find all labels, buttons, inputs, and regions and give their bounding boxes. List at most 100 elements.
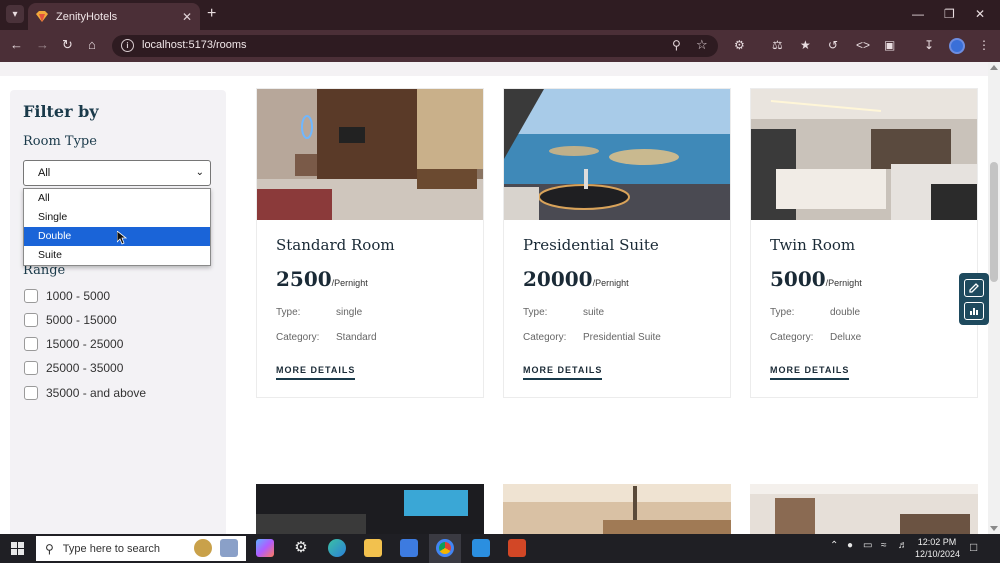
profile-avatar[interactable] <box>949 38 965 54</box>
room-type-dropdown: All Single Double Suite <box>23 188 211 266</box>
windows-start-icon[interactable] <box>11 542 24 555</box>
range-option[interactable]: 1000 - 5000 <box>24 289 110 303</box>
taskbar-search[interactable]: ⚲ Type here to search <box>36 536 246 561</box>
zoom-icon[interactable]: ⚲ <box>672 38 681 52</box>
range-option-label: 5000 - 15000 <box>46 313 117 327</box>
clock-date: 12/10/2024 <box>915 549 961 559</box>
range-option[interactable]: 35000 - and above <box>24 386 146 400</box>
search-icon: ⚲ <box>45 541 54 556</box>
settings-gear-icon[interactable]: ⚙ <box>292 539 310 557</box>
bookmark-star-icon[interactable]: ☆ <box>696 37 708 53</box>
browser-tab-bar: ▾ ZenityHotels ✕ + — ❐ ✕ <box>0 0 1000 30</box>
tab-title: ZenityHotels <box>56 10 118 23</box>
powerpoint-icon[interactable] <box>508 539 526 557</box>
edit-icon[interactable] <box>964 278 984 297</box>
tray-chevron-up-icon[interactable]: ⌃ <box>830 540 838 551</box>
price-unit: /Pernight <box>592 278 629 288</box>
room-image[interactable] <box>750 484 978 534</box>
range-checkbox[interactable] <box>24 313 38 327</box>
widget-icon[interactable] <box>220 539 238 557</box>
more-details-link[interactable]: MORE DETAILS <box>523 365 603 380</box>
category-value: Deluxe <box>830 332 862 343</box>
home-icon[interactable]: ⌂ <box>88 38 96 52</box>
labs-icon[interactable]: ⚖ <box>772 38 783 52</box>
range-option[interactable]: 5000 - 15000 <box>24 313 117 327</box>
copilot-icon[interactable] <box>256 539 274 557</box>
battery-icon[interactable]: ▭ <box>863 540 872 551</box>
room-card: Presidential Suite 20000/Pernight Type: s… <box>503 88 731 398</box>
menu-dots-icon[interactable]: ⋮ <box>978 38 990 52</box>
room-type-row: Type: suite <box>523 307 604 318</box>
file-explorer-icon[interactable] <box>364 539 382 557</box>
page-scrollbar[interactable] <box>988 62 1000 534</box>
restore-icon[interactable]: ❐ <box>944 7 955 21</box>
room-type-row: Type: double <box>770 307 860 318</box>
new-tab-icon[interactable]: + <box>207 6 216 22</box>
more-details-link[interactable]: MORE DETAILS <box>276 365 356 380</box>
price-unit: /Pernight <box>331 278 368 288</box>
type-value: suite <box>583 307 605 318</box>
room-name: Standard Room <box>276 236 395 254</box>
room-price: 20000/Pernight <box>523 267 629 291</box>
scroll-up-icon[interactable] <box>990 65 998 70</box>
dropdown-option-all[interactable]: All <box>24 189 210 208</box>
scroll-thumb[interactable] <box>990 162 998 282</box>
room-image[interactable] <box>256 484 484 534</box>
edge-icon[interactable] <box>328 539 346 557</box>
room-image[interactable] <box>504 89 730 220</box>
range-option-label: 15000 - 25000 <box>46 337 124 351</box>
vscode-icon[interactable] <box>472 539 490 557</box>
browser-tab[interactable]: ZenityHotels ✕ <box>28 3 200 30</box>
bar-chart-icon[interactable] <box>964 301 984 320</box>
category-value: Presidential Suite <box>583 332 661 343</box>
url-text: localhost:5173/rooms <box>142 39 247 51</box>
store-icon[interactable] <box>400 539 418 557</box>
volume-icon[interactable]: ♬ <box>898 540 908 551</box>
favorites-icon[interactable]: ★ <box>800 38 811 52</box>
history-icon[interactable]: ↺ <box>828 38 838 52</box>
tab-close-icon[interactable]: ✕ <box>182 10 192 24</box>
wifi-icon[interactable]: ≈ <box>881 540 887 551</box>
close-window-icon[interactable]: ✕ <box>975 7 985 21</box>
range-checkbox[interactable] <box>24 386 38 400</box>
microphone-icon[interactable]: ● <box>847 540 853 551</box>
range-option[interactable]: 25000 - 35000 <box>24 361 123 375</box>
minimize-icon[interactable]: — <box>912 7 924 21</box>
news-widget-icon[interactable] <box>194 539 212 557</box>
room-image[interactable] <box>751 89 977 220</box>
reload-icon[interactable]: ↻ <box>62 38 73 52</box>
floating-tools-widget <box>959 273 989 325</box>
site-info-icon[interactable]: i <box>121 39 134 52</box>
address-bar[interactable]: i localhost:5173/rooms ⚲ ☆ <box>112 35 718 57</box>
room-card: Twin Room 5000/Pernight Type: double Cate… <box>750 88 978 398</box>
back-icon[interactable]: ← <box>10 38 23 52</box>
taskbar-clock[interactable]: 12:02 PM 12/10/2024 <box>915 536 961 560</box>
tab-search-icon[interactable]: ▾ <box>6 5 24 23</box>
room-image[interactable] <box>503 484 731 534</box>
select-value: All <box>38 167 51 179</box>
extensions-icon[interactable]: ⚙ <box>734 38 745 52</box>
range-checkbox[interactable] <box>24 361 38 375</box>
type-value: single <box>336 307 363 318</box>
room-name: Twin Room <box>770 236 856 254</box>
download-icon[interactable]: ↧ <box>924 38 934 52</box>
chrome-icon[interactable] <box>436 539 454 557</box>
screenshot-icon[interactable]: ▣ <box>884 38 895 52</box>
range-checkbox[interactable] <box>24 289 38 303</box>
scroll-down-icon[interactable] <box>990 526 998 531</box>
room-image[interactable] <box>257 89 483 220</box>
range-checkbox[interactable] <box>24 337 38 351</box>
category-label: Category: <box>276 332 320 343</box>
range-option[interactable]: 15000 - 25000 <box>24 337 123 351</box>
room-name: Presidential Suite <box>523 236 659 254</box>
type-value: double <box>830 307 861 318</box>
price-value: 20000 <box>523 267 593 291</box>
taskbar-search-placeholder: Type here to search <box>62 542 161 555</box>
more-details-link[interactable]: MORE DETAILS <box>770 365 850 380</box>
dropdown-option-suite[interactable]: Suite <box>24 246 210 265</box>
forward-icon[interactable]: → <box>36 38 49 52</box>
notification-icon[interactable]: □ <box>970 540 977 554</box>
dropdown-option-single[interactable]: Single <box>24 208 210 227</box>
devtools-icon[interactable]: <> <box>856 38 870 52</box>
room-type-select[interactable]: All ⌄ <box>23 160 211 186</box>
